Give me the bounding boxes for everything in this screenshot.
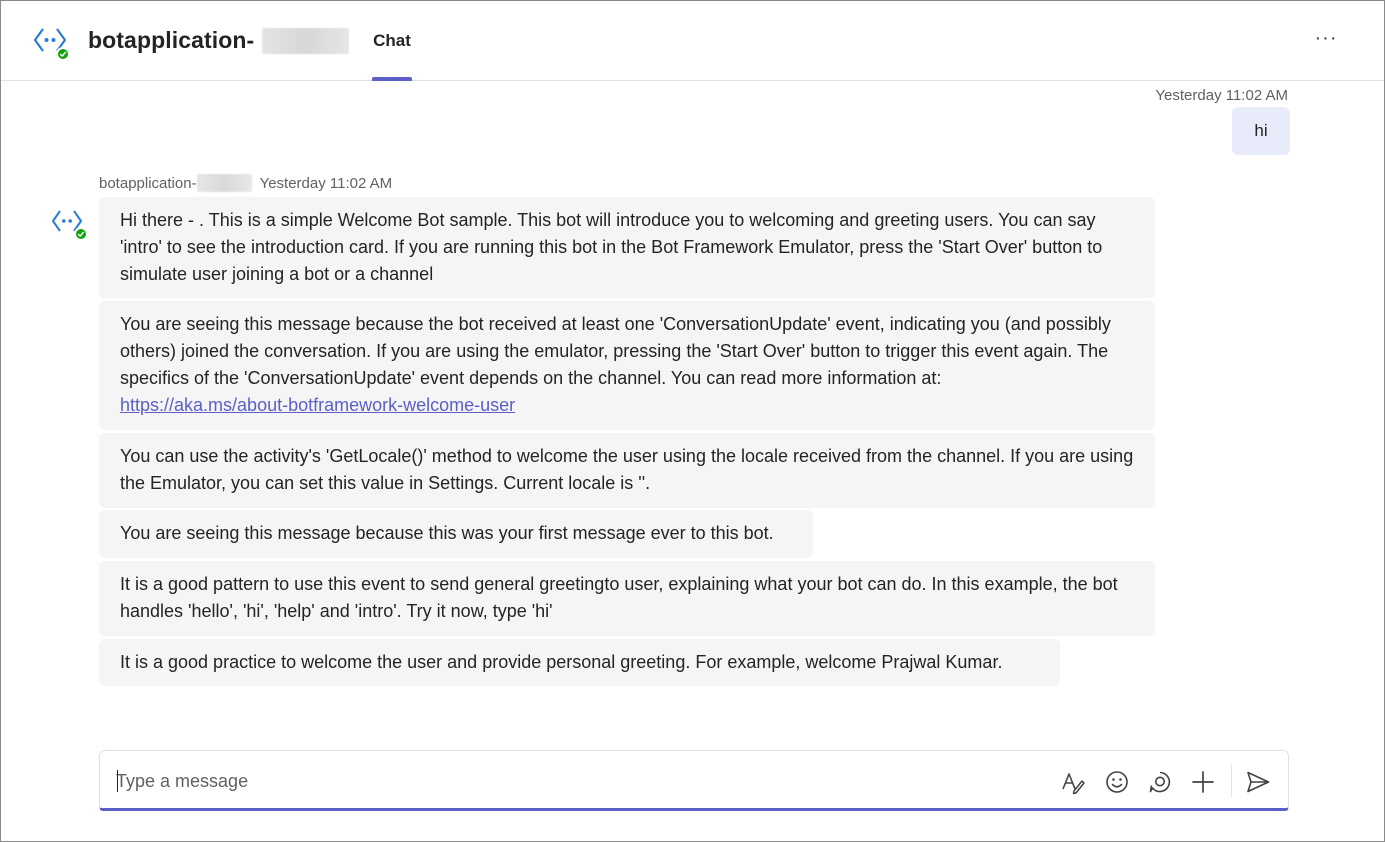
bot-message[interactable]: You are seeing this message because this… bbox=[99, 510, 813, 558]
bot-message[interactable]: You can use the activity's 'GetLocale()'… bbox=[99, 433, 1155, 508]
my-message-bubble[interactable]: hi bbox=[1232, 107, 1290, 155]
app-title: botapplication- bbox=[88, 27, 255, 53]
bot-message-text: It is a good pattern to use this event t… bbox=[120, 574, 1118, 621]
bot-message[interactable]: Hi there - . This is a simple Welcome Bo… bbox=[99, 197, 1155, 298]
welcome-user-link[interactable]: https://aka.ms/about-botframework-welcom… bbox=[120, 395, 515, 415]
presence-available-icon bbox=[56, 47, 70, 61]
emoji-icon[interactable] bbox=[1104, 769, 1130, 795]
tab-chat-label: Chat bbox=[373, 31, 411, 50]
text-caret bbox=[117, 770, 118, 792]
bot-avatar[interactable] bbox=[33, 25, 73, 65]
redacted-name bbox=[262, 28, 349, 54]
redacted-name bbox=[196, 174, 252, 192]
bot-sender-line: botapplication- Yesterday 11:02 AM bbox=[99, 174, 392, 192]
bot-avatar[interactable] bbox=[51, 207, 88, 243]
bot-message-text: Hi there - . This is a simple Welcome Bo… bbox=[120, 210, 1103, 284]
bot-message-timestamp: Yesterday 11:02 AM bbox=[259, 175, 393, 192]
bot-message-text: You can use the activity's 'GetLocale()'… bbox=[120, 446, 1134, 493]
send-icon[interactable] bbox=[1245, 769, 1271, 795]
bot-message[interactable]: It is a good pattern to use this event t… bbox=[99, 561, 1155, 636]
bot-message[interactable]: You are seeing this message because the … bbox=[99, 301, 1155, 430]
message-input[interactable] bbox=[116, 766, 1016, 796]
bot-message-text: It is a good practice to welcome the use… bbox=[120, 652, 1003, 672]
chat-window: botapplication- Chat ··· Yesterday 11:02… bbox=[0, 0, 1385, 842]
more-options-button[interactable]: ··· bbox=[1311, 28, 1341, 53]
bot-message-text: You are seeing this message because the … bbox=[120, 314, 1111, 388]
tab-active-indicator bbox=[372, 77, 412, 81]
my-message-timestamp: Yesterday 11:02 AM bbox=[1155, 87, 1288, 104]
bot-sender-name: botapplication- bbox=[99, 175, 197, 192]
format-icon[interactable] bbox=[1060, 769, 1086, 795]
bot-message[interactable]: It is a good practice to welcome the use… bbox=[99, 639, 1060, 686]
tab-chat[interactable]: Chat bbox=[372, 1, 412, 81]
presence-available-icon bbox=[74, 227, 88, 241]
toolbar-divider bbox=[1231, 765, 1232, 797]
chat-header: botapplication- Chat ··· bbox=[1, 1, 1384, 81]
loop-icon[interactable] bbox=[1147, 769, 1173, 795]
compose-box bbox=[99, 750, 1289, 811]
bot-message-text: You are seeing this message because this… bbox=[120, 523, 774, 543]
attach-plus-icon[interactable] bbox=[1190, 769, 1216, 795]
